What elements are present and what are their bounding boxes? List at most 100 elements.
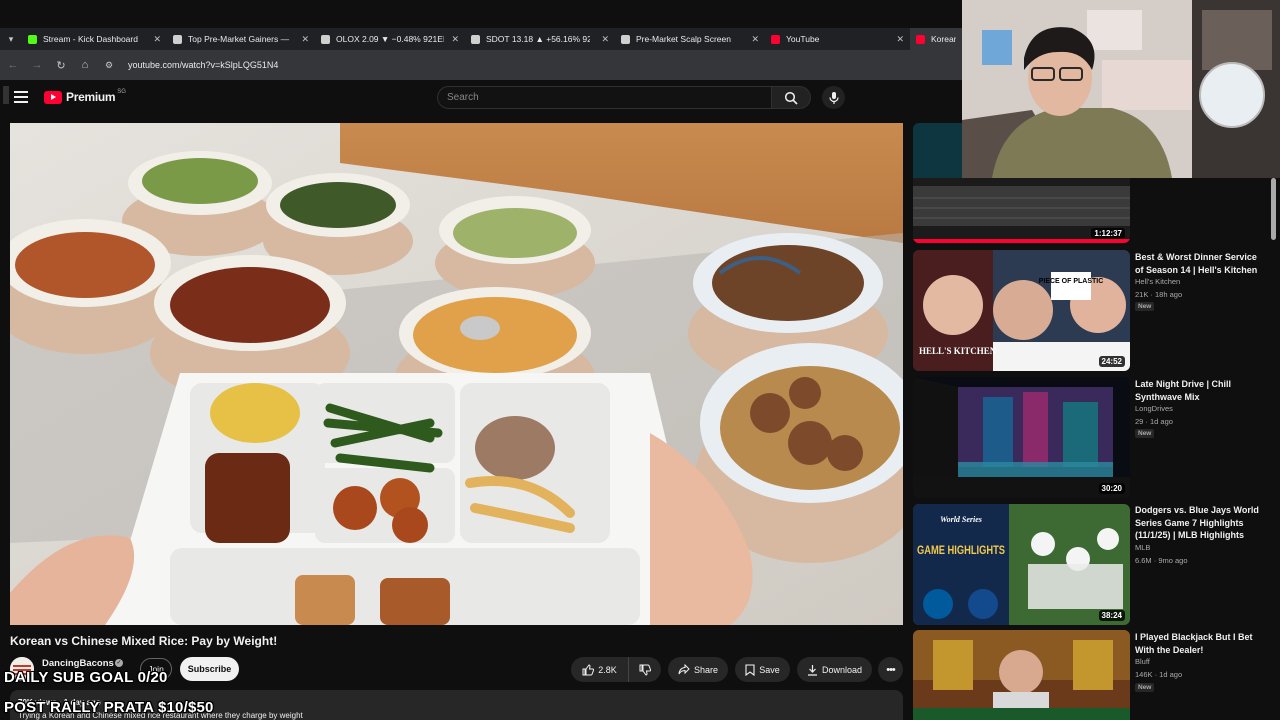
microphone-icon (828, 91, 839, 104)
food-tray (105, 373, 710, 625)
stream-overlay-donation-goal: POST RALLY PRATA $10/$50 (4, 699, 214, 716)
video-duration: 1:12:37 (1091, 228, 1125, 239)
tab-close-icon[interactable]: ✕ (896, 34, 904, 45)
tab-title: SDOT 13.18 ▲ +56.16% 921EMA (486, 34, 590, 44)
voice-search-button[interactable] (822, 86, 845, 109)
thumb-caption: HELL'S KITCHEN (919, 346, 997, 356)
rec-video-title[interactable]: Late Night Drive | Chill Synthwave Mix (1135, 378, 1265, 403)
logo-country: SG (117, 89, 126, 95)
youtube-play-logo-icon (44, 90, 62, 104)
like-count: 2.8K (598, 664, 617, 675)
rec-video-title[interactable]: I Played Blackjack But I Bet With the De… (1135, 631, 1265, 656)
rec-thumb-image (913, 630, 1130, 720)
share-arrow-icon (678, 664, 690, 675)
browser-tab-korean[interactable]: Korean (910, 28, 962, 50)
forward-arrow-icon[interactable]: → (26, 54, 48, 76)
tab-close-icon[interactable]: ✕ (451, 34, 459, 45)
logo-text: Premium (66, 90, 116, 104)
sidebar-scrollbar[interactable] (1271, 178, 1276, 240)
tab-close-icon[interactable]: ✕ (153, 34, 161, 45)
like-button[interactable]: 2.8K (571, 657, 628, 682)
rec-video-thumbnail[interactable]: PIECE OF PLASTIC HELL'S KITCHEN 24:52 (913, 250, 1130, 371)
new-badge: New (1135, 683, 1155, 692)
tradingview-favicon-icon (321, 34, 330, 44)
rec-thumb-image: PIECE OF PLASTIC HELL'S KITCHEN (913, 250, 1130, 371)
browser-tab-olox[interactable]: OLOX 2.09 ▼ −0.48% 921EMA ✕ (315, 28, 465, 50)
tradingview-favicon-icon (621, 34, 630, 44)
rec-video-thumbnail[interactable]: 30:20 (913, 377, 1130, 498)
search-input[interactable]: Search (437, 86, 772, 109)
verified-check-icon: ✓ (115, 659, 123, 667)
thumb-caption: World Series (940, 515, 982, 524)
tradingview-favicon-icon (173, 34, 182, 44)
rec-thumb-image (913, 377, 1130, 498)
back-arrow-icon[interactable]: ← (2, 54, 24, 76)
dislike-button[interactable] (628, 657, 661, 682)
download-label: Download (821, 664, 863, 675)
rec-channel-name[interactable]: LongDrives (1135, 404, 1173, 413)
channel-name[interactable]: DancingBacons (42, 658, 114, 669)
tab-title: OLOX 2.09 ▼ −0.48% 921EMA (336, 34, 444, 44)
thumbs-up-icon (582, 663, 595, 675)
rec-video-meta: 29 · 1d ago (1135, 417, 1173, 426)
rec-video-thumbnail[interactable] (913, 630, 1130, 720)
rec-video-meta: 6.6M · 9mo ago (1135, 556, 1188, 565)
stream-frame-edge (3, 86, 9, 104)
video-duration: 30:20 (1098, 483, 1125, 494)
browser-tab-sdot[interactable]: SDOT 13.18 ▲ +56.16% 921EMA ✕ (465, 28, 615, 50)
tab-search-chevron-icon[interactable]: ▾ (0, 28, 22, 50)
tab-title: YouTube (786, 34, 820, 44)
thumb-caption: GAME HIGHLIGHTS (917, 543, 1005, 557)
download-button[interactable]: Download (797, 657, 872, 682)
tab-close-icon[interactable]: ✕ (301, 34, 309, 45)
partial-thumbnail (913, 123, 963, 178)
rec-video-thumbnail[interactable]: 1:12:37 (913, 178, 1130, 243)
stream-overlay-sub-goal: DAILY SUB GOAL 0/20 (4, 669, 168, 686)
bowl-tofu-stew (10, 219, 175, 354)
rec-channel-name[interactable]: MLB (1135, 543, 1150, 552)
search-button[interactable] (771, 86, 811, 109)
new-badge: New (1135, 302, 1155, 311)
rec-channel-name[interactable]: Bluff (1135, 657, 1150, 666)
hamburger-menu-icon[interactable] (14, 91, 28, 103)
tab-title: Top Pre-Market Gainers — USA (188, 34, 292, 44)
tab-close-icon[interactable]: ✕ (751, 34, 759, 45)
browser-tab-scalp[interactable]: Pre-Market Scalp Screen ✕ (615, 28, 765, 50)
tab-title: Stream - Kick Dashboard (43, 34, 138, 44)
tab-close-icon[interactable]: ✕ (601, 34, 609, 45)
save-button[interactable]: Save (735, 657, 790, 682)
bookmark-icon (745, 663, 755, 676)
site-info-icon[interactable]: ⚙ (98, 54, 120, 76)
rec-video-meta: 146K · 1d ago (1135, 670, 1183, 679)
video-player[interactable] (10, 123, 903, 625)
browser-tab-gainers[interactable]: Top Pre-Market Gainers — USA ✕ (167, 28, 315, 50)
share-label: Share (693, 664, 719, 675)
browser-tab-strip: ▾ Stream - Kick Dashboard ✕ Top Pre-Mark… (0, 28, 962, 50)
home-icon[interactable]: ⌂ (74, 54, 96, 76)
thumb-caption: PIECE OF PLASTIC (1039, 278, 1104, 285)
rec-channel-name[interactable]: Hell's Kitchen (1135, 277, 1180, 286)
rec-thumb-image: World Series GAME HIGHLIGHTS (913, 504, 1130, 625)
share-button[interactable]: Share (668, 657, 728, 682)
address-bar[interactable]: youtube.com/watch?v=kSlpLQG51N4 (128, 60, 278, 70)
youtube-premium-logo[interactable]: Premium SG (44, 89, 126, 104)
tradingview-favicon-icon (471, 34, 480, 44)
bowl-cabbage (435, 196, 595, 299)
video-duration: 24:52 (1098, 356, 1125, 367)
video-frame-food-buffet (10, 123, 903, 625)
video-title: Korean vs Chinese Mixed Rice: Pay by Wei… (10, 634, 278, 648)
streamer-webcam-overlay (962, 0, 1280, 178)
browser-tab-kick[interactable]: Stream - Kick Dashboard ✕ (22, 28, 167, 50)
rec-video-title[interactable]: Best & Worst Dinner Service of Season 14… (1135, 251, 1265, 276)
rec-video-thumbnail[interactable]: World Series GAME HIGHLIGHTS 38:24 (913, 504, 1130, 625)
tab-title: Korean (931, 34, 956, 44)
browser-tab-youtube[interactable]: YouTube ✕ (765, 28, 910, 50)
rec-video-meta: 21K · 18h ago (1135, 290, 1183, 299)
tab-title: Pre-Market Scalp Screen (636, 34, 731, 44)
browser-toolbar: ← → ↻ ⌂ ⚙ youtube.com/watch?v=kSlpLQG51N… (0, 50, 962, 80)
more-actions-button[interactable]: ••• (878, 657, 903, 682)
reload-icon[interactable]: ↻ (50, 54, 72, 76)
save-label: Save (759, 664, 780, 675)
rec-video-title[interactable]: Dodgers vs. Blue Jays World Series Game … (1135, 504, 1265, 542)
subscribe-button[interactable]: Subscribe (180, 657, 239, 681)
